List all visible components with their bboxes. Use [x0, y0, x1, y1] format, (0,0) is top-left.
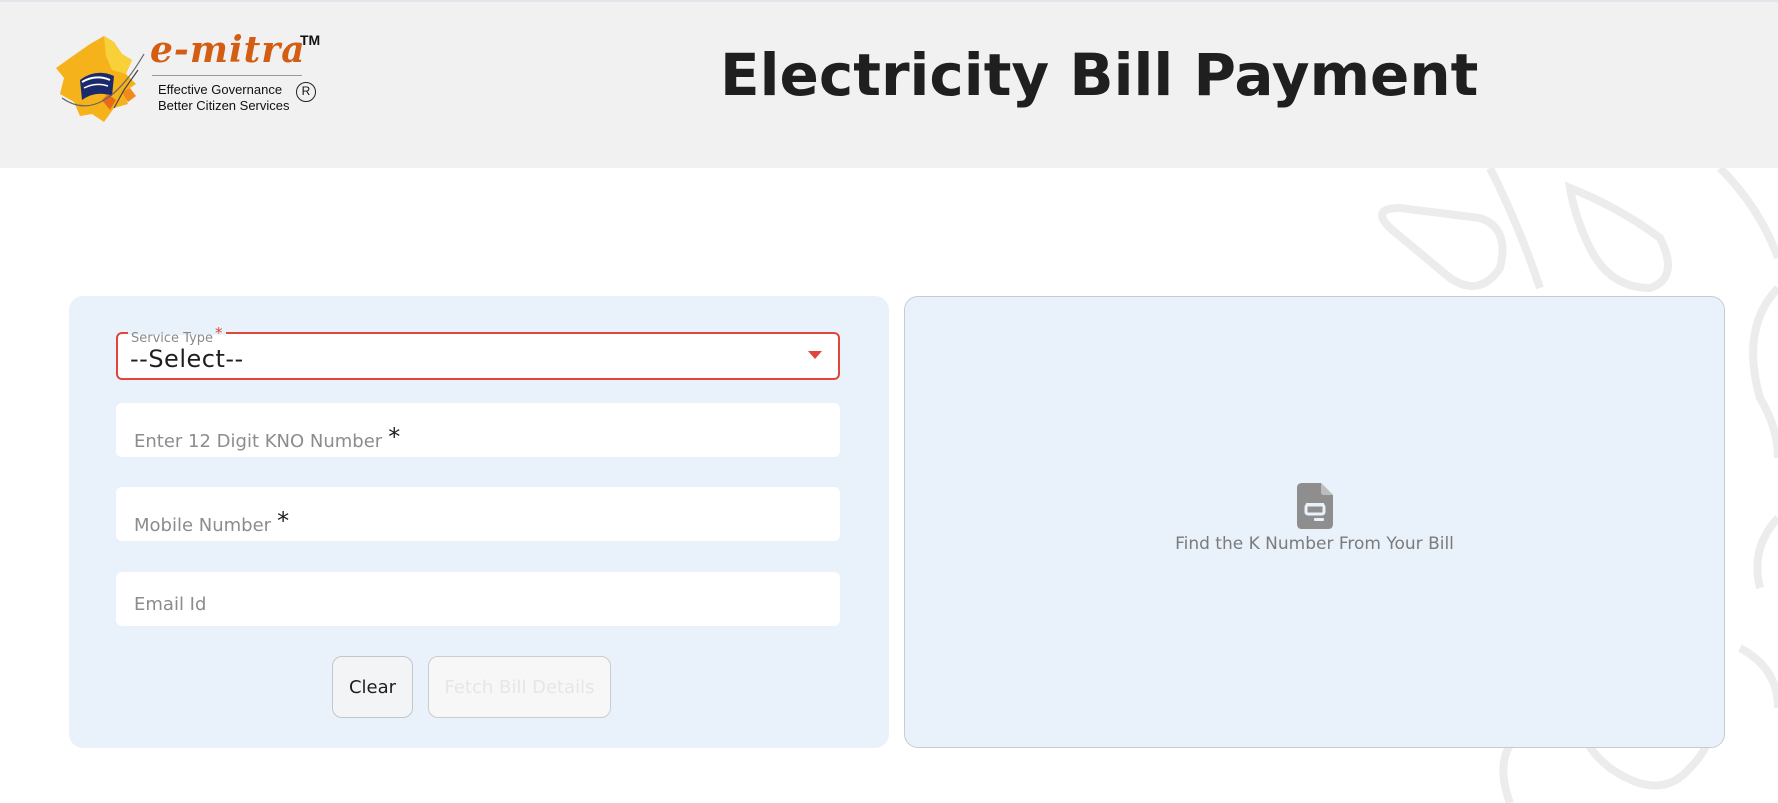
required-asterisk: * [277, 507, 290, 535]
logo-tagline-citizen: Better Citizen Services [158, 98, 290, 113]
logo-tagline-governance: Effective Governance [158, 82, 283, 97]
emitra-logo[interactable]: e-mitra TM Effective Governance Better C… [52, 30, 322, 130]
email-input[interactable]: Email Id [116, 572, 840, 626]
logo-wordmark: e-mitra [150, 29, 306, 71]
service-type-value: --Select-- [130, 345, 244, 373]
service-type-select[interactable]: Service Type * --Select-- [116, 324, 840, 380]
required-asterisk: * [215, 324, 223, 342]
service-type-label: Service Type * [128, 324, 226, 346]
registered-mark: R [296, 82, 316, 102]
page-header: e-mitra TM Effective Governance Better C… [0, 0, 1778, 168]
clear-button[interactable]: Clear [332, 656, 413, 718]
fetch-bill-details-button[interactable]: Fetch Bill Details [428, 656, 611, 718]
page-title: Electricity Bill Payment [720, 41, 1479, 109]
kno-number-input[interactable]: Enter 12 Digit KNO Number * [116, 403, 840, 457]
logo-divider [152, 75, 302, 76]
kno-number-placeholder: Enter 12 Digit KNO Number * [134, 423, 401, 452]
bill-form-card: Service Type * --Select-- Enter 12 Digit … [69, 296, 889, 748]
rajasthan-map-logo-icon [56, 36, 145, 122]
document-icon [1297, 483, 1333, 529]
required-asterisk: * [388, 423, 401, 451]
k-number-hint: Find the K Number From Your Bill [1175, 534, 1454, 554]
email-placeholder: Email Id [134, 594, 207, 615]
mobile-number-input[interactable]: Mobile Number * [116, 487, 840, 541]
k-number-info-panel: Find the K Number From Your Bill [904, 296, 1725, 748]
mobile-number-placeholder: Mobile Number * [134, 507, 290, 536]
dropdown-arrow-icon[interactable] [808, 351, 822, 359]
logo-trademark: TM [300, 32, 321, 48]
